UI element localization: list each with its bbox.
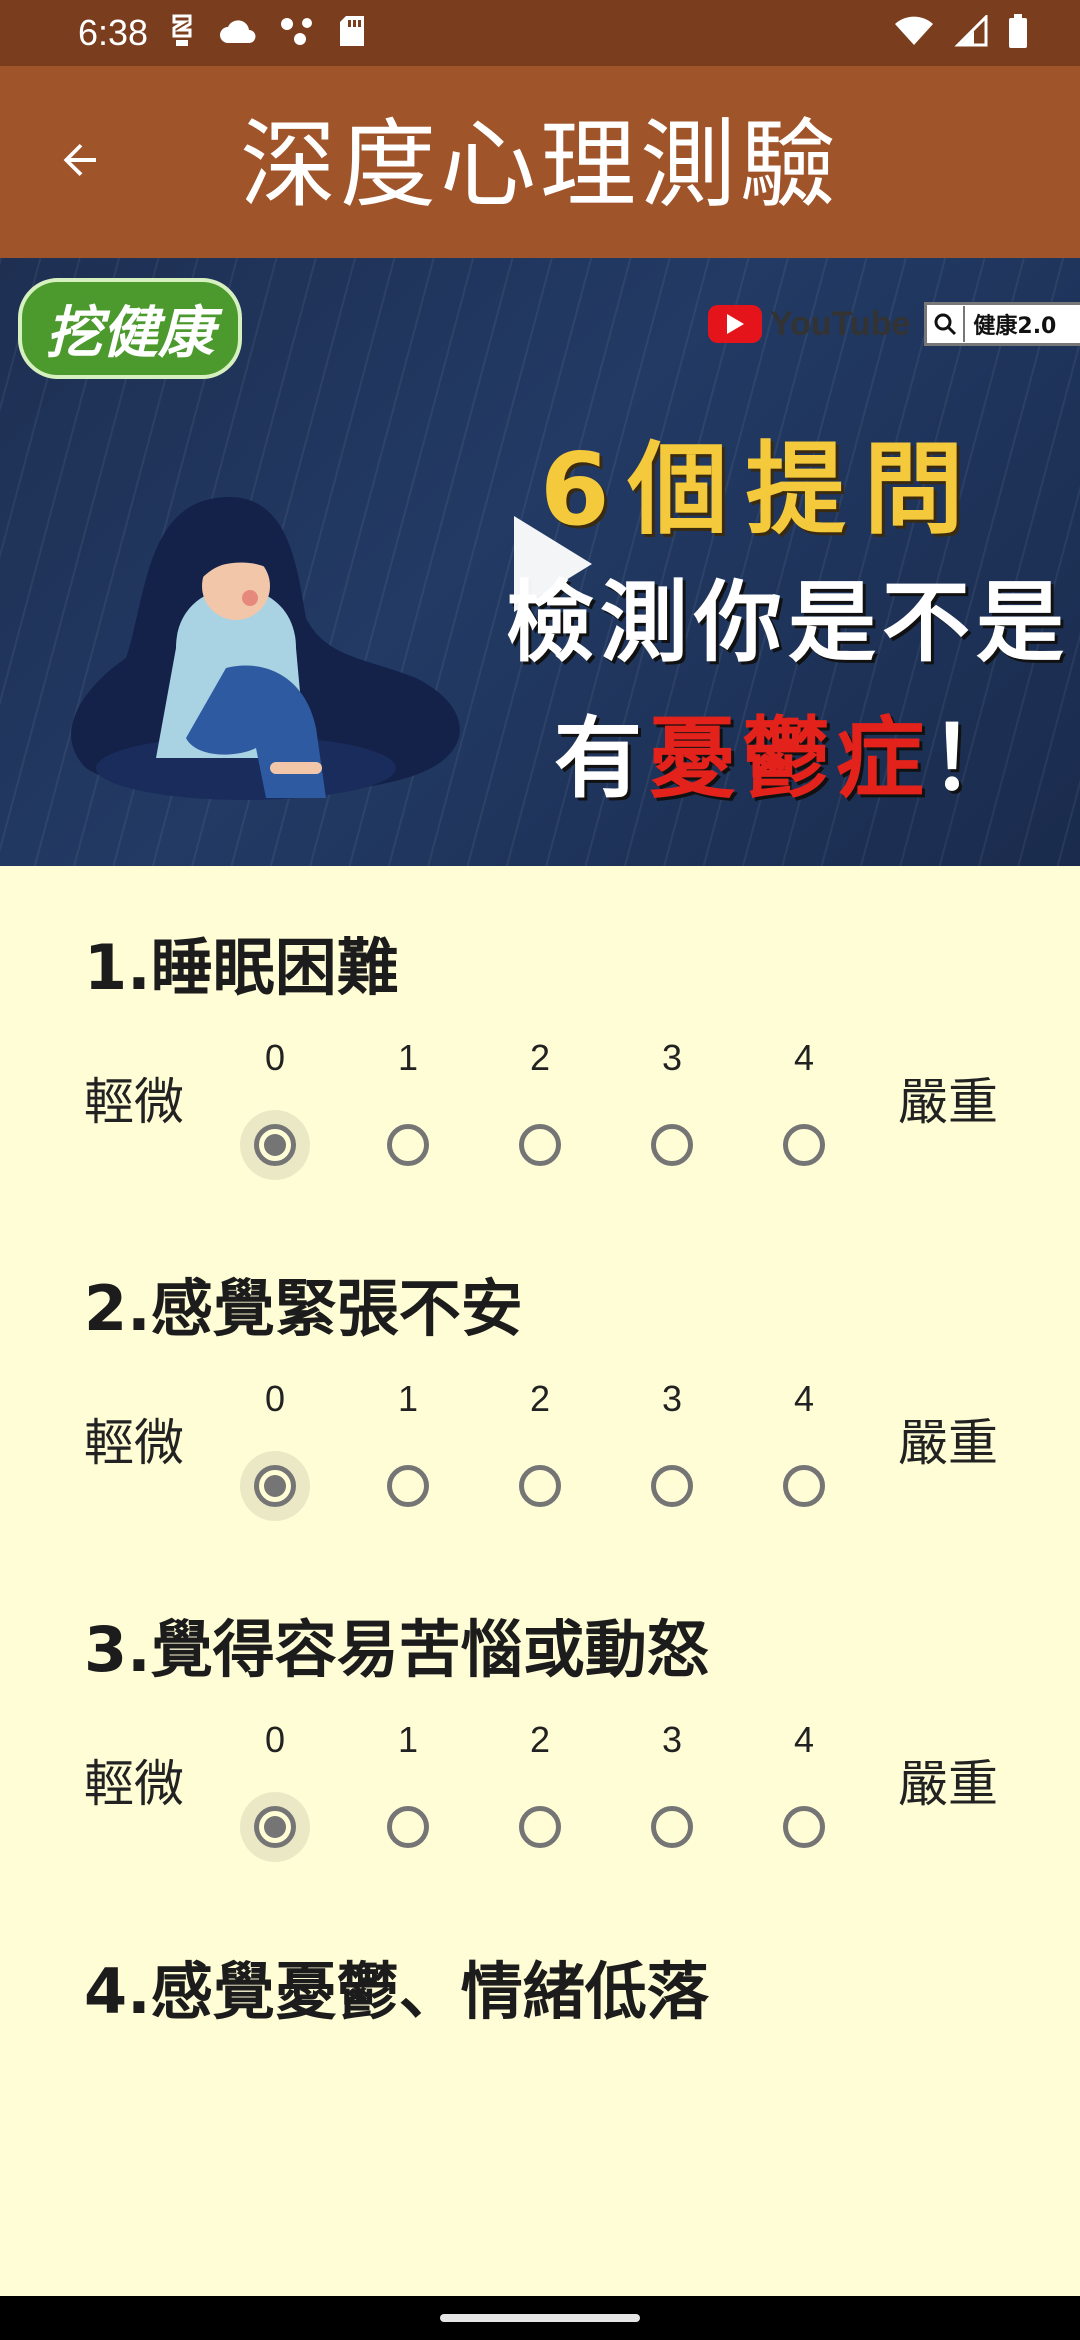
option-label: 1 (397, 1719, 419, 1760)
radio-3[interactable] (651, 1124, 693, 1166)
radio-0-selected[interactable] (254, 1806, 296, 1848)
option-1: 1 (368, 1379, 448, 1529)
scale-low-label: 輕微 (84, 1073, 184, 1131)
app-bar: 深度心理測驗 (0, 66, 1080, 258)
scale-high-label: 嚴重 (898, 1414, 998, 1472)
question-title: 3.覺得容易苦惱或動怒 (84, 1613, 709, 1686)
scale-low-label: 輕微 (84, 1755, 184, 1813)
option-label: 3 (661, 1719, 683, 1760)
tagline-prefix: 有 (554, 707, 649, 810)
search-box: 健康2.0 (924, 302, 1080, 346)
radio-1[interactable] (387, 1806, 429, 1848)
youtube-icon (708, 305, 762, 343)
youtube-badge: YouTube 健康2.0 (708, 302, 1080, 346)
question-4: 4.感覺憂鬱、情緒低落 (0, 1952, 1080, 2252)
radio-4[interactable] (783, 1465, 825, 1507)
battery-icon (1008, 14, 1028, 52)
option-label: 1 (397, 1037, 419, 1078)
play-icon (508, 516, 598, 620)
radio-1[interactable] (387, 1124, 429, 1166)
option-label: 2 (529, 1719, 551, 1760)
option-2: 2 (500, 1379, 580, 1529)
option-label: 2 (529, 1037, 551, 1078)
radio-2[interactable] (519, 1806, 561, 1848)
option-2: 2 (500, 1720, 580, 1870)
option-label: 3 (661, 1037, 683, 1078)
radio-2[interactable] (519, 1124, 561, 1166)
question-1: 1.睡眠困難 輕微 0 1 2 3 4 嚴重 (0, 928, 1080, 1228)
play-button[interactable] (508, 512, 598, 616)
search-icon (927, 306, 966, 342)
option-3: 3 (632, 1720, 712, 1870)
radio-1[interactable] (387, 1465, 429, 1507)
brand-logo: 挖健康 (18, 278, 242, 379)
radio-4[interactable] (783, 1806, 825, 1848)
scale-low-label: 輕微 (84, 1414, 184, 1472)
tagline-suffix: ！ (930, 707, 1025, 810)
option-label: 3 (661, 1378, 683, 1419)
status-time: 6:38 (78, 12, 149, 53)
option-3: 3 (632, 1038, 712, 1188)
thumbnail-tagline: 有憂鬱症！ (554, 688, 1024, 815)
youtube-label: YouTube (770, 304, 911, 343)
thumbnail-headline: 6個提問 (540, 431, 982, 548)
page-title: 深度心理測驗 (240, 109, 840, 221)
option-4: 4 (764, 1379, 844, 1529)
navigation-bar (0, 2296, 1080, 2340)
option-label: 4 (793, 1719, 815, 1760)
option-label: 0 (264, 1719, 286, 1760)
question-title: 1.睡眠困難 (84, 931, 399, 1004)
video-player[interactable]: 挖健康 YouTube 健康2.0 6個提問 檢測你是不是 有憂鬱症！ (0, 258, 1080, 866)
dots-icon (280, 16, 316, 50)
question-title: 4.感覺憂鬱、情緒低落 (84, 1955, 709, 2028)
system-icons (894, 13, 1028, 52)
sim-icon (168, 14, 196, 52)
option-0: 0 (235, 1379, 315, 1529)
home-gesture-handle[interactable] (440, 2314, 640, 2322)
radio-2[interactable] (519, 1465, 561, 1507)
radio-4[interactable] (783, 1124, 825, 1166)
radio-0-selected[interactable] (254, 1124, 296, 1166)
scale-high-label: 嚴重 (898, 1073, 998, 1131)
signal-icon (954, 13, 988, 51)
radio-3[interactable] (651, 1806, 693, 1848)
tagline-highlight: 憂鬱症 (648, 707, 931, 810)
status-bar: 6:38 (0, 0, 1080, 66)
option-3: 3 (632, 1379, 712, 1529)
cloud-icon (218, 17, 258, 49)
option-4: 4 (764, 1038, 844, 1188)
option-label: 4 (793, 1037, 815, 1078)
notification-icons (168, 14, 366, 52)
radio-3[interactable] (651, 1465, 693, 1507)
option-4: 4 (764, 1720, 844, 1870)
option-1: 1 (368, 1038, 448, 1188)
radio-0-selected[interactable] (254, 1465, 296, 1507)
option-label: 0 (264, 1037, 286, 1078)
option-0: 0 (235, 1038, 315, 1188)
option-1: 1 (368, 1720, 448, 1870)
question-title: 2.感覺緊張不安 (84, 1272, 523, 1345)
sd-card-icon (338, 14, 366, 52)
scale-high-label: 嚴重 (898, 1755, 998, 1813)
wifi-icon (894, 15, 934, 51)
option-0: 0 (235, 1720, 315, 1870)
search-text: 健康2.0 (973, 314, 1057, 339)
option-2: 2 (500, 1038, 580, 1188)
option-label: 1 (397, 1378, 419, 1419)
sad-girl-illustration (26, 438, 546, 858)
option-label: 4 (793, 1378, 815, 1419)
question-2: 2.感覺緊張不安 輕微 0 1 2 3 4 嚴重 (0, 1269, 1080, 1569)
option-label: 0 (264, 1378, 286, 1419)
option-label: 2 (529, 1378, 551, 1419)
question-3: 3.覺得容易苦惱或動怒 輕微 0 1 2 3 4 嚴重 (0, 1610, 1080, 1910)
